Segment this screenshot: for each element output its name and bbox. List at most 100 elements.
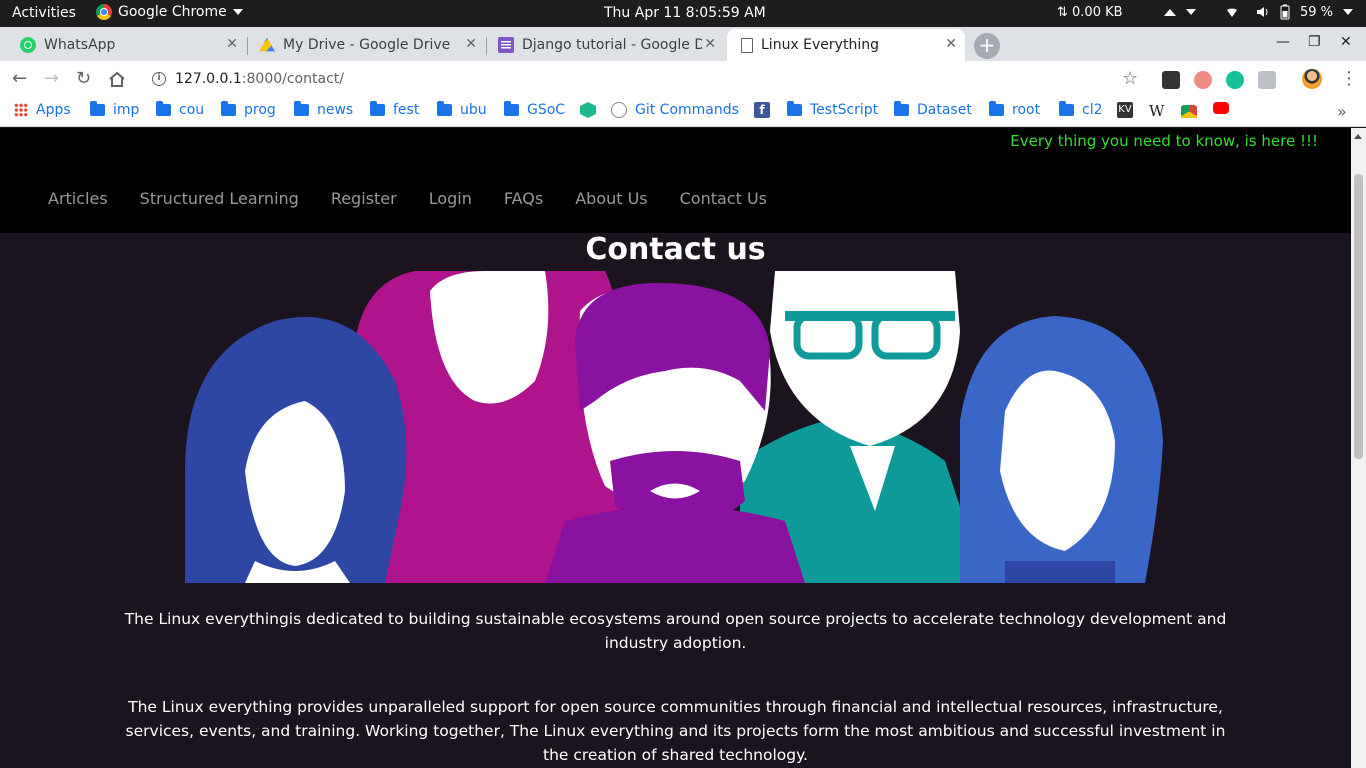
bookmark-youtube[interactable]: [1213, 102, 1229, 114]
menu-kebab-icon[interactable]: ⋮: [1340, 68, 1358, 89]
intro-paragraph: The Linux everythingis dedicated to buil…: [124, 610, 1227, 652]
extension-icon[interactable]: [1162, 71, 1180, 89]
address-bar[interactable]: i 127.0.0.1:8000/contact/: [140, 65, 1154, 93]
app-name: Google Chrome: [118, 4, 227, 20]
page-title: Contact us: [585, 232, 766, 267]
bookmark-label: imp: [113, 102, 140, 118]
bookmark-label: cl2: [1082, 102, 1103, 118]
bookmark-folder[interactable]: news: [294, 101, 353, 118]
page-icon: [741, 37, 753, 53]
restore-icon[interactable]: ❐: [1308, 34, 1321, 50]
volume-icon: [1257, 7, 1268, 17]
nav-register[interactable]: Register: [331, 189, 397, 208]
close-icon[interactable]: ✕: [226, 36, 238, 52]
bookmark-folder[interactable]: cl2: [1059, 101, 1103, 118]
folder-icon: [437, 101, 452, 116]
home-icon[interactable]: [108, 71, 126, 88]
wikipedia-icon: W: [1149, 102, 1165, 120]
git-icon: [611, 102, 627, 118]
bookmark-folder[interactable]: imp: [90, 101, 140, 118]
tab-title: Django tutorial - Google D: [522, 37, 702, 53]
avatar[interactable]: [1302, 69, 1322, 89]
bookmark-label: Dataset: [917, 102, 972, 118]
bookmark-label: Git Commands: [635, 102, 739, 118]
google-drive-icon: [259, 37, 275, 52]
system-tray[interactable]: 59 %: [1164, 4, 1354, 20]
bookmarks-overflow[interactable]: »: [1337, 102, 1347, 121]
tab-linux-everything[interactable]: Linux Everything ✕: [727, 29, 965, 61]
bookmark-hex[interactable]: [580, 102, 596, 118]
whatsapp-icon: [20, 37, 36, 53]
reload-icon[interactable]: ↻: [76, 68, 91, 89]
bookmark-folder[interactable]: GSoC: [504, 101, 566, 118]
folder-icon: [894, 101, 909, 116]
battery-percent: 59 %: [1300, 4, 1334, 20]
app-menu[interactable]: Google Chrome: [96, 4, 243, 20]
nav-contact-us[interactable]: Contact Us: [680, 189, 767, 208]
back-arrow-icon[interactable]: ←: [12, 68, 27, 89]
tab-strip: WhatsApp ✕ My Drive - Google Drive ✕ Dja…: [0, 27, 1366, 61]
nav-articles[interactable]: Articles: [48, 189, 108, 208]
hex-icon: [580, 102, 596, 118]
team-banner-image: [185, 271, 1165, 583]
bookmark-label: fest: [393, 102, 420, 118]
bookmark-folder[interactable]: ubu: [437, 101, 487, 118]
bookmark-facebook[interactable]: f: [754, 102, 770, 118]
folder-icon: [504, 101, 519, 116]
bookmark-label: GSoC: [527, 102, 566, 118]
nav-faqs[interactable]: FAQs: [504, 189, 543, 208]
tab-title: WhatsApp: [44, 37, 116, 53]
folder-icon: [989, 101, 1004, 116]
nav-about-us[interactable]: About Us: [575, 189, 647, 208]
bookmark-label: Apps: [36, 102, 71, 118]
bookmark-folder[interactable]: cou: [156, 101, 205, 118]
minimize-icon[interactable]: —: [1276, 34, 1290, 50]
bookmark-label: prog: [244, 102, 276, 118]
bookmark-star-icon[interactable]: ☆: [1122, 68, 1138, 89]
os-top-bar: Activities Google Chrome Thu Apr 11 8:05…: [0, 0, 1366, 27]
close-icon[interactable]: ✕: [945, 36, 957, 52]
nav-login[interactable]: Login: [429, 189, 472, 208]
bookmark-folder[interactable]: root: [989, 101, 1041, 118]
bookmark-kv[interactable]: KV: [1117, 102, 1133, 118]
close-icon[interactable]: ✕: [704, 36, 716, 52]
chrome-web-store-icon: [1181, 105, 1197, 118]
folder-icon: [90, 101, 105, 116]
close-window-icon[interactable]: ✕: [1340, 34, 1352, 50]
bookmark-folder[interactable]: prog: [221, 101, 276, 118]
tab-whatsapp[interactable]: WhatsApp ✕: [8, 29, 246, 61]
new-tab-button[interactable]: +: [974, 33, 1000, 59]
extension-icon[interactable]: [1194, 71, 1212, 89]
grammarly-icon[interactable]: [1226, 71, 1244, 89]
bookmark-folder[interactable]: TestScript: [787, 101, 879, 118]
bookmark-label: cou: [179, 102, 205, 118]
scroll-up-arrow-icon[interactable]: [1354, 134, 1362, 139]
tab-google-drive[interactable]: My Drive - Google Drive ✕: [247, 29, 485, 61]
apps-grid-icon: [14, 103, 28, 117]
browser-toolbar: ← → ↻ i 127.0.0.1:8000/contact/ ☆ ⋮: [0, 61, 1366, 97]
info-icon[interactable]: i: [152, 72, 166, 86]
close-icon[interactable]: ✕: [465, 36, 477, 52]
forward-arrow-icon[interactable]: →: [44, 68, 59, 89]
bookmark-wikipedia[interactable]: W: [1149, 102, 1164, 120]
download-icon[interactable]: [1258, 71, 1276, 89]
tab-title: Linux Everything: [761, 37, 879, 53]
bookmark-git-commands[interactable]: Git Commands: [611, 102, 739, 118]
scrollbar-thumb[interactable]: [1354, 174, 1363, 459]
youtube-icon: [1213, 102, 1229, 114]
activities-button[interactable]: Activities: [12, 5, 76, 21]
bookmark-folder[interactable]: Dataset: [894, 101, 972, 118]
bookmark-label: TestScript: [810, 102, 879, 118]
site-tagline: Every thing you need to know, is here !!…: [1010, 132, 1318, 150]
bookmark-folder[interactable]: fest: [370, 101, 420, 118]
clock[interactable]: Thu Apr 11 8:05:59 AM: [604, 5, 766, 21]
tab-django-tutorial[interactable]: Django tutorial - Google D ✕: [486, 29, 724, 61]
nav-structured-learning[interactable]: Structured Learning: [140, 189, 299, 208]
bookmark-label: root: [1012, 102, 1041, 118]
page-scrollbar[interactable]: [1351, 128, 1366, 768]
bookmark-apps[interactable]: Apps: [14, 102, 71, 118]
overflow-chevron-icon: »: [1337, 102, 1347, 121]
bookmark-web-store[interactable]: [1181, 102, 1197, 118]
chrome-icon: [96, 4, 112, 20]
bookmark-label: ubu: [460, 102, 487, 118]
